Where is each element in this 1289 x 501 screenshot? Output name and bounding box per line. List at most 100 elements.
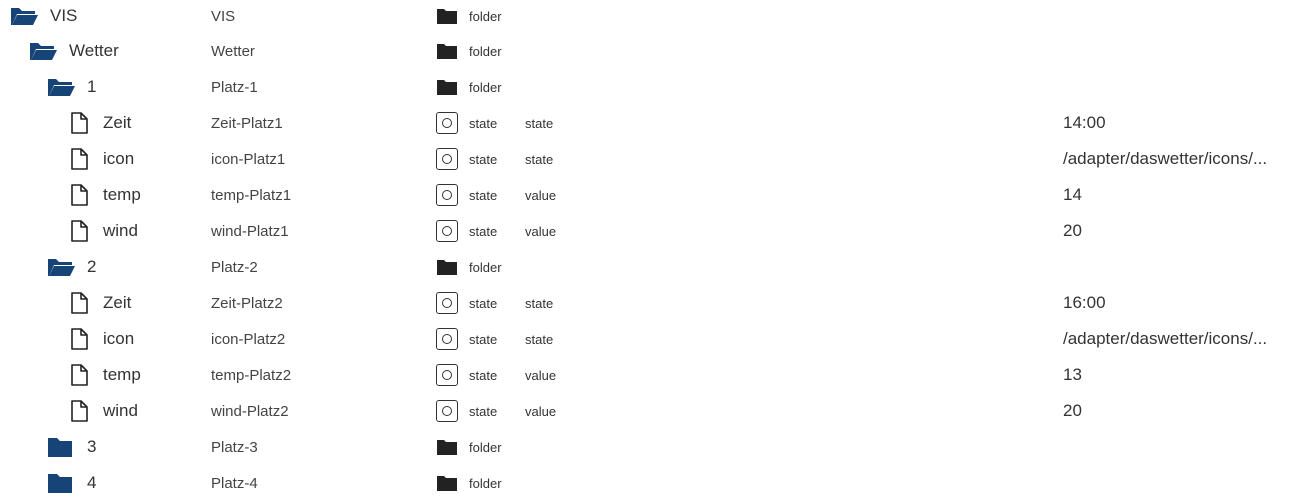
- row-role: value: [525, 223, 557, 239]
- row-type: state: [469, 115, 498, 131]
- row-type: state: [469, 403, 498, 419]
- state-type-icon: [436, 321, 462, 357]
- row-displayname: Platz-4: [211, 474, 258, 492]
- folder-open-icon[interactable]: [8, 0, 40, 34]
- row-name: 3: [87, 437, 97, 456]
- tree-row-3[interactable]: 3 Platz-3 folder: [0, 429, 1289, 465]
- row-value[interactable]: /adapter/daswetter/icons/...: [1063, 141, 1287, 177]
- file-icon: [63, 141, 95, 177]
- row-displayname: Platz-3: [211, 438, 258, 456]
- file-icon: [63, 105, 95, 141]
- tree-row-4[interactable]: 4 Platz-4 folder: [0, 465, 1289, 501]
- row-role: value: [525, 187, 557, 203]
- state-type-icon: [436, 141, 462, 177]
- folder-open-icon[interactable]: [27, 33, 59, 69]
- row-displayname: temp-Platz2: [211, 366, 292, 384]
- file-icon: [63, 393, 95, 429]
- row-value[interactable]: 20: [1063, 213, 1287, 249]
- folder-type-icon: [436, 33, 462, 69]
- row-name: Zeit: [103, 293, 132, 312]
- row-value[interactable]: 20: [1063, 393, 1287, 429]
- row-name: wind: [103, 401, 138, 420]
- row-displayname: Zeit-Platz1: [211, 114, 283, 132]
- row-type: folder: [469, 259, 502, 275]
- file-icon: [63, 357, 95, 393]
- row-type: folder: [469, 43, 502, 59]
- row-name: VIS: [50, 6, 78, 25]
- row-name: wind: [103, 221, 138, 240]
- tree-row-vis[interactable]: VIS VIS folder: [0, 0, 1289, 34]
- state-type-icon: [436, 177, 462, 213]
- tree-row-zeit-1[interactable]: Zeit Zeit-Platz1 state state 14:00: [0, 105, 1289, 141]
- row-role: state: [525, 151, 554, 167]
- row-name: 4: [87, 473, 97, 492]
- state-type-icon: [436, 357, 462, 393]
- row-type: state: [469, 295, 498, 311]
- folder-type-icon: [436, 429, 462, 465]
- folder-closed-icon[interactable]: [44, 429, 76, 465]
- row-name: Zeit: [103, 113, 132, 132]
- row-displayname: temp-Platz1: [211, 186, 292, 204]
- row-type: state: [469, 187, 498, 203]
- row-type: state: [469, 223, 498, 239]
- folder-closed-icon[interactable]: [44, 465, 76, 501]
- row-displayname: wind-Platz1: [211, 222, 289, 240]
- tree-row-icon-2[interactable]: icon icon-Platz2 state state /adapter/da…: [0, 321, 1289, 357]
- state-type-icon: [436, 285, 462, 321]
- tree-row-wetter[interactable]: Wetter Wetter folder: [0, 33, 1289, 69]
- row-type: state: [469, 331, 498, 347]
- row-value[interactable]: 14:00: [1063, 105, 1287, 141]
- row-value[interactable]: /adapter/daswetter/icons/...: [1063, 321, 1287, 357]
- folder-open-icon[interactable]: [45, 69, 77, 105]
- row-name: icon: [103, 329, 135, 348]
- row-value[interactable]: 14: [1063, 177, 1287, 213]
- folder-type-icon: [436, 0, 462, 34]
- row-name: icon: [103, 149, 135, 168]
- tree-row-icon-1[interactable]: icon icon-Platz1 state state /adapter/da…: [0, 141, 1289, 177]
- row-type: folder: [469, 475, 502, 491]
- row-type: folder: [469, 439, 502, 455]
- tree-row-wind-2[interactable]: wind wind-Platz2 state value 20: [0, 393, 1289, 429]
- row-type: state: [469, 367, 498, 383]
- tree-row-2[interactable]: 2 Platz-2 folder: [0, 249, 1289, 285]
- tree-row-1[interactable]: 1 Platz-1 folder: [0, 69, 1289, 105]
- row-role: state: [525, 115, 554, 131]
- row-name: Wetter: [69, 41, 119, 60]
- row-displayname: icon-Platz2: [211, 330, 286, 348]
- folder-type-icon: [436, 69, 462, 105]
- row-displayname: Platz-2: [211, 258, 258, 276]
- state-type-icon: [436, 213, 462, 249]
- row-displayname: wind-Platz2: [211, 402, 289, 420]
- folder-type-icon: [436, 249, 462, 285]
- row-displayname: Wetter: [211, 42, 255, 60]
- row-displayname: Zeit-Platz2: [211, 294, 283, 312]
- folder-type-icon: [436, 465, 462, 501]
- row-role: state: [525, 331, 554, 347]
- row-name: 2: [87, 257, 97, 276]
- row-role: state: [525, 295, 554, 311]
- row-displayname: icon-Platz1: [211, 150, 286, 168]
- row-type: folder: [469, 79, 502, 95]
- state-type-icon: [436, 105, 462, 141]
- row-type: state: [469, 151, 498, 167]
- row-role: value: [525, 403, 557, 419]
- file-icon: [63, 321, 95, 357]
- file-icon: [63, 177, 95, 213]
- row-role: value: [525, 367, 557, 383]
- tree-row-wind-1[interactable]: wind wind-Platz1 state value 20: [0, 213, 1289, 249]
- row-type: folder: [469, 8, 502, 24]
- state-type-icon: [436, 393, 462, 429]
- folder-open-icon[interactable]: [45, 249, 77, 285]
- row-displayname: Platz-1: [211, 78, 258, 96]
- file-icon: [63, 213, 95, 249]
- row-value[interactable]: 13: [1063, 357, 1287, 393]
- row-value[interactable]: 16:00: [1063, 285, 1287, 321]
- row-name: temp: [103, 365, 141, 384]
- file-icon: [63, 285, 95, 321]
- row-name: 1: [87, 77, 97, 96]
- row-name: temp: [103, 185, 141, 204]
- tree-row-zeit-2[interactable]: Zeit Zeit-Platz2 state state 16:00: [0, 285, 1289, 321]
- tree-row-temp-2[interactable]: temp temp-Platz2 state value 13: [0, 357, 1289, 393]
- tree-row-temp-1[interactable]: temp temp-Platz1 state value 14: [0, 177, 1289, 213]
- row-displayname: VIS: [211, 7, 236, 25]
